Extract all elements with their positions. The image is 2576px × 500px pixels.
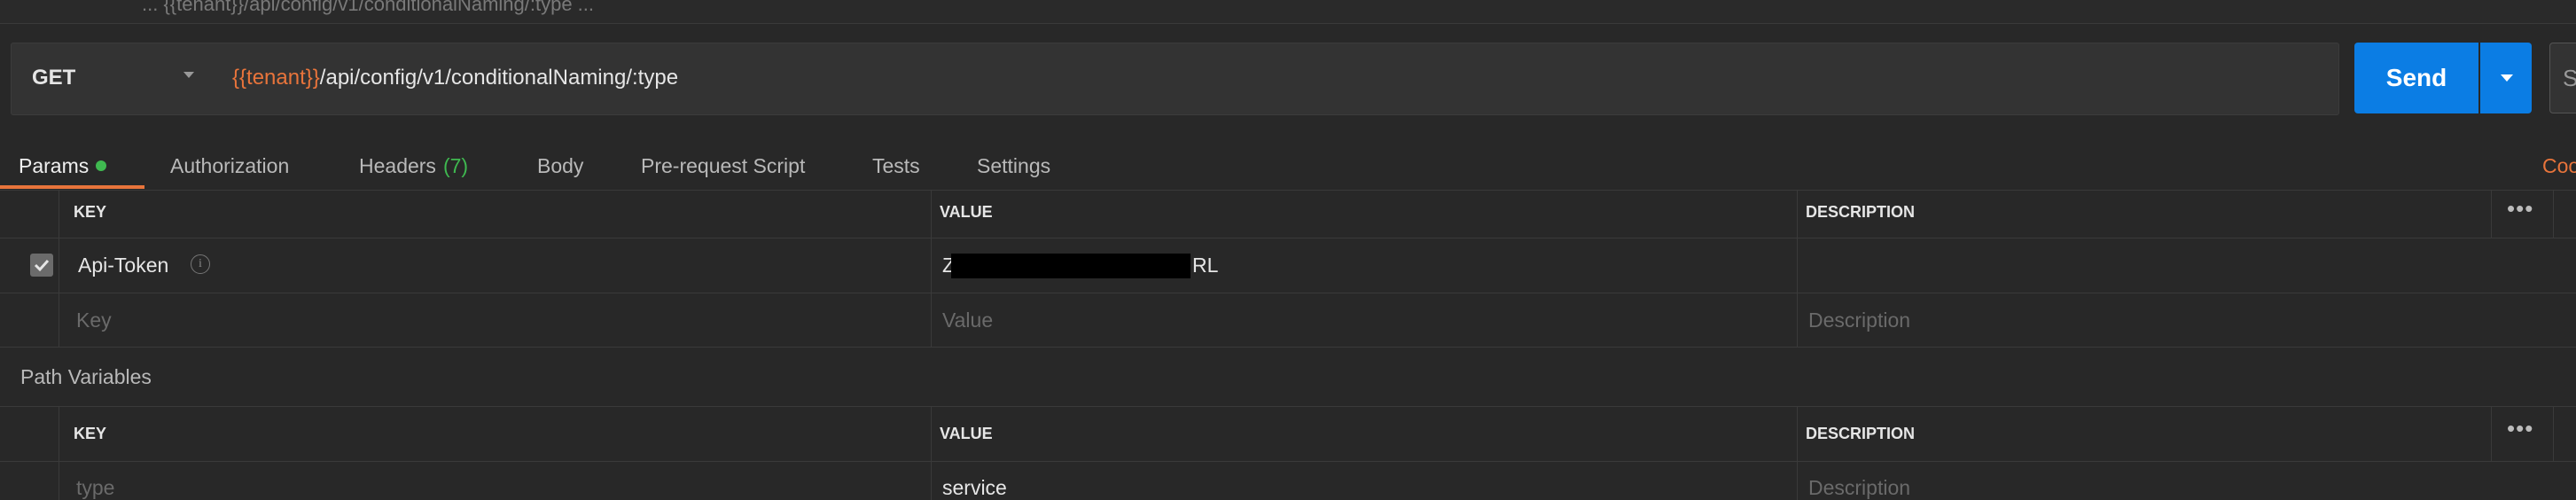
url-variable: {{tenant}}: [232, 66, 320, 90]
tab-params-label: Params: [19, 153, 90, 177]
method-label: GET: [32, 66, 76, 90]
tab-authorization[interactable]: Authorization: [170, 142, 289, 190]
tab-authorization-label: Authorization: [170, 153, 290, 177]
divider: [0, 347, 2576, 348]
param-value-end[interactable]: RL: [1192, 254, 1218, 277]
send-button[interactable]: Send: [2354, 43, 2478, 113]
params-active-dot: [96, 160, 107, 171]
column-divider: [2491, 406, 2492, 461]
column-header-key: KEY: [74, 203, 107, 221]
more-options-icon[interactable]: •••: [2507, 195, 2533, 223]
column-header-description: DESCRIPTION: [1806, 203, 1916, 221]
code-link[interactable]: Coo: [2542, 142, 2576, 190]
path-variable-value[interactable]: service: [942, 476, 1007, 500]
key-input[interactable]: Key: [76, 309, 112, 332]
column-divider: [931, 406, 932, 500]
tab-pre-request-script[interactable]: Pre-request Script: [641, 142, 805, 190]
divider: [0, 190, 2576, 191]
column-header-value: VALUE: [940, 425, 993, 442]
param-key[interactable]: Api-Token: [78, 254, 168, 277]
method-select[interactable]: GET: [11, 43, 211, 113]
more-options-icon[interactable]: •••: [2507, 415, 2533, 442]
path-variable-description[interactable]: Description: [1808, 476, 1910, 500]
chevron-down-icon: [2501, 74, 2513, 82]
tab-tests[interactable]: Tests: [872, 142, 920, 190]
url-path: /api/config/v1/conditionalNaming/:type: [319, 66, 679, 90]
column-divider: [931, 190, 932, 347]
tab-pre-request-script-label: Pre-request Script: [641, 153, 806, 177]
section-title-path-variables: Path Variables: [20, 365, 152, 388]
active-tab-indicator: [0, 185, 144, 189]
top-tab-strip: ... {{tenant}}/api/config/v1/conditional…: [0, 0, 2576, 24]
tab-body[interactable]: Body: [537, 142, 583, 190]
redaction-bar: [951, 254, 1190, 278]
tab-params[interactable]: Params: [19, 142, 107, 190]
description-input[interactable]: Description: [1808, 309, 1910, 332]
checkmark-icon: [34, 259, 50, 272]
tab-headers-label: Headers: [359, 153, 436, 177]
divider: [0, 406, 2576, 407]
send-options-button[interactable]: [2480, 43, 2532, 113]
column-divider: [1797, 190, 1798, 347]
save-button[interactable]: S: [2549, 43, 2576, 113]
divider: [0, 461, 2576, 462]
column-header-key: KEY: [74, 425, 107, 442]
tab-settings[interactable]: Settings: [977, 142, 1050, 190]
request-tab-title[interactable]: ... {{tenant}}/api/config/v1/conditional…: [142, 0, 594, 16]
request-tabs: Params Authorization Headers (7) Body Pre…: [0, 142, 2576, 190]
tab-headers[interactable]: Headers (7): [359, 142, 468, 190]
chevron-down-icon: [183, 72, 194, 78]
tab-tests-label: Tests: [872, 153, 920, 177]
column-header-value: VALUE: [940, 203, 993, 221]
headers-count-badge: (7): [442, 153, 469, 177]
tab-body-label: Body: [537, 153, 584, 177]
info-icon[interactable]: i: [191, 254, 210, 274]
column-divider: [2491, 190, 2492, 238]
path-variable-key: type: [76, 476, 115, 499]
column-divider: [2553, 190, 2554, 238]
column-divider: [2553, 406, 2554, 461]
param-enabled-checkbox[interactable]: [30, 254, 53, 277]
tab-settings-label: Settings: [977, 153, 1051, 177]
column-divider: [1797, 406, 1798, 500]
column-header-description: DESCRIPTION: [1806, 425, 1916, 442]
value-input[interactable]: Value: [942, 309, 993, 332]
url-input[interactable]: {{tenant}}/api/config/v1/conditionalNami…: [232, 43, 678, 113]
